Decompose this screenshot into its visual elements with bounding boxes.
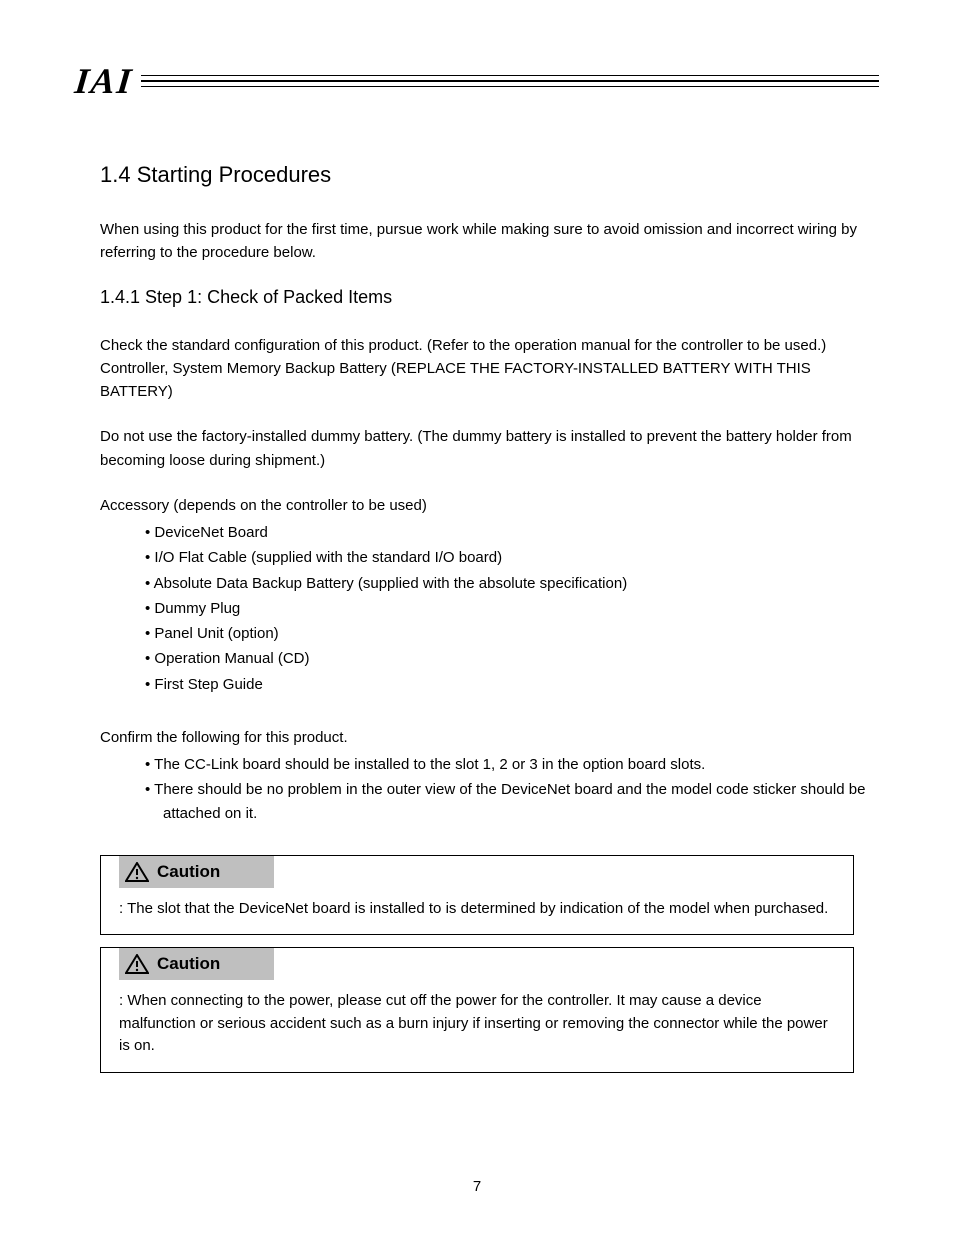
caution-dummy: Do not use the factory-installed dummy b… <box>100 425 879 472</box>
caution-text: : When connecting to the power, please c… <box>119 990 835 1058</box>
page-header: IAI <box>75 60 879 102</box>
list-item: Operation Manual (CD) <box>145 647 879 670</box>
caution-header: Caution <box>119 856 274 888</box>
confirm-lead: Confirm the following for this product. <box>100 726 879 749</box>
accessory-list: DeviceNet Board I/O Flat Cable (supplied… <box>145 521 879 696</box>
page-number: 7 <box>473 1178 481 1195</box>
warning-icon <box>125 862 149 882</box>
caution-text: : The slot that the DeviceNet board is i… <box>119 898 835 921</box>
section-title: 1.4 Starting Procedures <box>100 162 879 188</box>
logo: IAI <box>73 60 135 102</box>
list-item: DeviceNet Board <box>145 521 879 544</box>
caution-label: Caution <box>157 954 220 974</box>
caution-box-2: Caution : When connecting to the power, … <box>100 947 854 1073</box>
list-item: Panel Unit (option) <box>145 622 879 645</box>
caution-label: Caution <box>157 862 220 882</box>
list-item: The CC-Link board should be installed to… <box>145 753 879 776</box>
warning-icon <box>125 954 149 974</box>
caution-header: Caution <box>119 948 274 980</box>
list-item: I/O Flat Cable (supplied with the standa… <box>145 546 879 569</box>
caution-box-1: Caution : The slot that the DeviceNet bo… <box>100 855 854 936</box>
list-item: First Step Guide <box>145 673 879 696</box>
section-intro: When using this product for the first ti… <box>100 218 879 265</box>
list-item: There should be no problem in the outer … <box>145 778 879 825</box>
header-rules <box>141 75 879 87</box>
step-title: 1.4.1 Step 1: Check of Packed Items <box>100 287 879 308</box>
step-lead: Check the standard configuration of this… <box>100 334 879 404</box>
list-item: Absolute Data Backup Battery (supplied w… <box>145 572 879 595</box>
list-item: Dummy Plug <box>145 597 879 620</box>
confirm-list: The CC-Link board should be installed to… <box>145 753 879 825</box>
accessory-lead: Accessory (depends on the controller to … <box>100 494 879 517</box>
